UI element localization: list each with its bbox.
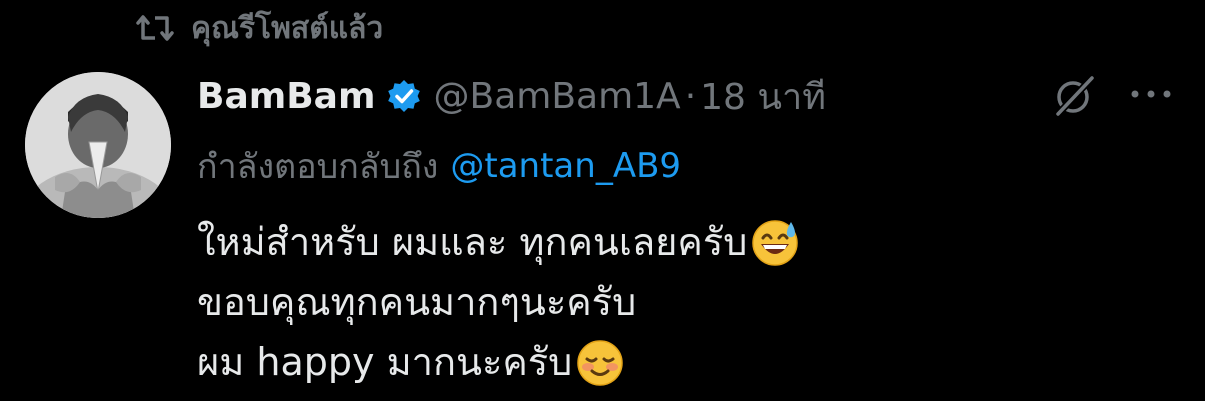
tweet-line: ใหม่สำหรับ ผมและ ทุกคนเลยครับ [197,212,801,272]
tweet-line-text: ขอบคุณทุกคนมากๆนะครับ [197,280,637,324]
avatar[interactable] [25,72,171,218]
tweet-text: ใหม่สำหรับ ผมและ ทุกคนเลยครับ ขอบคุณทุกค… [197,212,801,392]
tweet-header: BamBam @BamBam1A · 18 นาที [197,68,826,124]
repost-icon [135,8,175,48]
author-handle[interactable]: @BamBam1A [434,76,681,117]
tweet-line: ผม happy มากนะครับ [197,332,801,392]
tweet-line-text: ผม happy มากนะครับ [197,340,573,384]
more-options-icon[interactable] [1128,82,1174,106]
tweet-line: ขอบคุณทุกคนมากๆนะครับ [197,272,801,332]
smiling-blush-emoji-icon [574,336,626,388]
tweet-timestamp[interactable]: 18 นาที [700,68,826,125]
verified-badge-icon[interactable] [386,78,422,114]
tweet-line-text: ใหม่สำหรับ ผมและ ทุกคนเลยครับ [197,220,748,264]
replying-to: กำลังตอบกลับถึง @tantan_AB9 [197,138,681,194]
grok-icon[interactable] [1050,72,1098,120]
repost-indicator[interactable]: คุณรีโพสต์แล้ว [135,6,383,50]
repost-label: คุณรีโพสต์แล้ว [191,10,384,46]
grinning-sweat-emoji-icon [749,216,801,268]
replying-to-mention[interactable]: @tantan_AB9 [450,146,681,186]
separator-dot: · [684,75,697,117]
replying-to-label: กำลังตอบกลับถึง [197,147,439,187]
author-display-name[interactable]: BamBam [197,76,376,117]
